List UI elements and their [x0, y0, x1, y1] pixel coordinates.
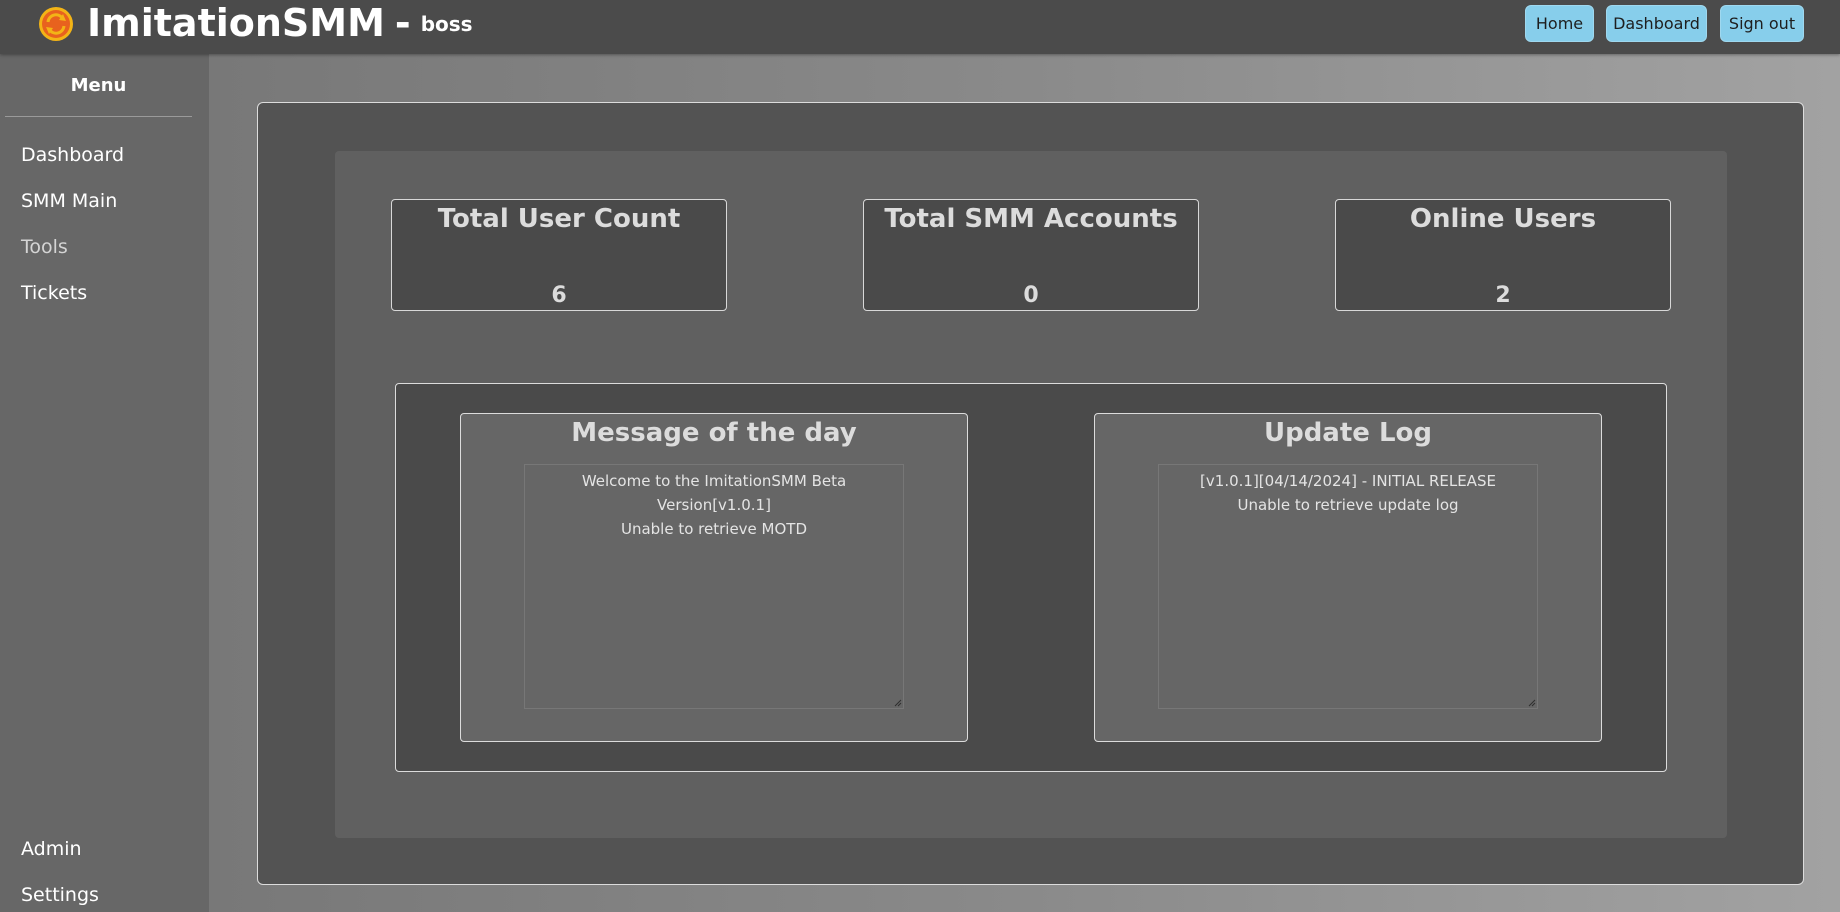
sidebar: Menu Dashboard SMM Main Tools Tickets Ad… — [0, 54, 209, 912]
motd-textarea[interactable]: Welcome to the ImitationSMM Beta Version… — [524, 464, 904, 709]
motd-line: Welcome to the ImitationSMM Beta Version… — [581, 472, 847, 514]
sidebar-item-smm-main[interactable]: SMM Main — [21, 190, 117, 212]
sidebar-item-dashboard[interactable]: Dashboard — [21, 144, 124, 166]
update-log-title: Update Log — [1263, 418, 1433, 448]
brand-separator: - — [394, 1, 411, 45]
motd-title: Message of the day — [571, 418, 857, 448]
stat-card-smm-accounts: Total SMM Accounts 0 — [863, 199, 1199, 311]
motd-line: Unable to retrieve MOTD — [620, 520, 808, 538]
sidebar-item-tools[interactable]: Tools — [21, 236, 68, 258]
update-log-line: Unable to retrieve update log — [1237, 496, 1459, 514]
sidebar-item-admin[interactable]: Admin — [21, 838, 82, 860]
resize-grip-icon[interactable] — [894, 699, 902, 707]
stat-label: Online Users — [1409, 204, 1597, 234]
menu-title: Menu — [70, 75, 127, 96]
sign-out-button[interactable]: Sign out — [1720, 5, 1804, 42]
stat-card-online-users: Online Users 2 — [1335, 199, 1671, 311]
logo-icon — [39, 7, 73, 41]
update-log-textarea[interactable]: [v1.0.1][04/14/2024] - INITIAL RELEASE U… — [1158, 464, 1538, 709]
stat-label: Total User Count — [437, 204, 681, 234]
top-header: ImitationSMM - boss Home Dashboard Sign ou… — [0, 0, 1840, 54]
brand-title: ImitationSMM - boss — [87, 0, 473, 46]
motd-card: Message of the day Welcome to the Imitat… — [460, 413, 968, 742]
dashboard-button[interactable]: Dashboard — [1606, 5, 1707, 42]
menu-divider — [5, 116, 192, 117]
stat-value: 6 — [551, 283, 567, 308]
username-label: boss — [420, 12, 473, 36]
home-button[interactable]: Home — [1525, 5, 1594, 42]
update-log-line: [v1.0.1][04/14/2024] - INITIAL RELEASE — [1200, 472, 1496, 490]
sidebar-item-settings[interactable]: Settings — [21, 884, 99, 906]
stat-card-total-users: Total User Count 6 — [391, 199, 727, 311]
resize-grip-icon[interactable] — [1528, 699, 1536, 707]
brand-name: ImitationSMM — [87, 1, 385, 45]
update-log-card: Update Log [v1.0.1][04/14/2024] - INITIA… — [1094, 413, 1602, 742]
stat-value: 0 — [1023, 283, 1039, 308]
stat-value: 2 — [1495, 283, 1511, 308]
sidebar-item-tickets[interactable]: Tickets — [21, 282, 87, 304]
stat-label: Total SMM Accounts — [884, 204, 1178, 234]
